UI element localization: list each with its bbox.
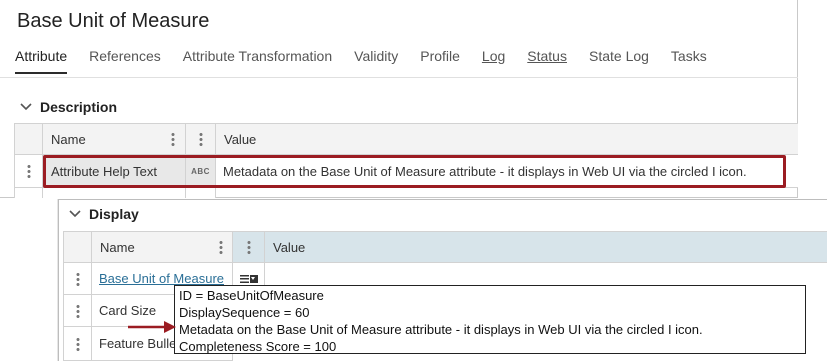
column-menu-icon[interactable] xyxy=(219,240,223,254)
drag-handle-icon[interactable] xyxy=(75,303,80,318)
header-handle-cell xyxy=(14,123,43,155)
next-row-handle xyxy=(14,188,43,198)
card-size-label: Card Size xyxy=(99,303,157,318)
feature-bullet-label: Feature Bulle xyxy=(99,336,177,351)
chevron-down-icon xyxy=(20,103,32,111)
tooltip-line: Metadata on the Base Unit of Measure att… xyxy=(179,322,703,337)
description-section-toggle[interactable]: Description xyxy=(18,99,117,115)
tab-profile[interactable]: Profile xyxy=(420,48,460,74)
more-vertical-icon[interactable] xyxy=(246,240,251,254)
tab-divider xyxy=(0,77,798,78)
list-dropdown-icon[interactable] xyxy=(239,274,258,283)
help-text-value: Metadata on the Base Unit of Measure att… xyxy=(223,163,747,179)
tooltip-line: Completeness Score = 100 xyxy=(179,339,337,354)
tab-attribute-transformation[interactable]: Attribute Transformation xyxy=(183,48,332,74)
description-section-title: Description xyxy=(40,99,118,115)
value-column-label: Value xyxy=(273,239,306,255)
header-handle-cell xyxy=(63,231,92,263)
tab-log[interactable]: Log xyxy=(482,48,505,74)
drag-handle-icon[interactable] xyxy=(75,336,80,351)
page-title: Base Unit of Measure xyxy=(17,10,210,32)
type-column-header[interactable] xyxy=(186,123,216,155)
chevron-down-icon xyxy=(69,210,81,218)
tab-bar: Attribute References Attribute Transform… xyxy=(15,48,729,74)
name-column-label: Name xyxy=(100,239,135,255)
value-column-label: Value xyxy=(224,131,257,147)
drag-handle-icon[interactable] xyxy=(75,271,80,286)
tab-references[interactable]: References xyxy=(89,48,161,74)
row-drag-handle[interactable] xyxy=(63,327,92,361)
tooltip-line: ID = BaseUnitOfMeasure xyxy=(179,288,324,303)
attribute-name-label: Attribute Help Text xyxy=(51,163,157,179)
tab-status[interactable]: Status xyxy=(527,48,567,74)
row-drag-handle[interactable] xyxy=(63,263,92,295)
attribute-help-text-name-cell: Attribute Help Text xyxy=(43,155,186,188)
value-column-header: Value xyxy=(265,231,827,263)
drag-handle-icon[interactable] xyxy=(26,164,31,178)
value-column-header: Value xyxy=(216,123,798,155)
text-type-cell: ABC xyxy=(186,155,216,188)
name-column-label: Name xyxy=(51,131,86,147)
tooltip-line: DisplaySequence = 60 xyxy=(179,305,310,320)
next-row-cell xyxy=(186,188,216,198)
tab-validity[interactable]: Validity xyxy=(354,48,398,74)
type-column-header[interactable] xyxy=(233,231,265,263)
display-section-title: Display xyxy=(89,206,139,222)
tab-state-log[interactable]: State Log xyxy=(589,48,649,74)
name-column-header[interactable]: Name xyxy=(92,231,233,263)
display-section-toggle[interactable]: Display xyxy=(67,206,139,222)
next-row-cell xyxy=(43,188,186,198)
base-unit-of-measure-link[interactable]: Base Unit of Measure xyxy=(99,271,224,286)
more-vertical-icon[interactable] xyxy=(198,132,203,146)
attribute-help-text-value-field[interactable]: Metadata on the Base Unit of Measure att… xyxy=(216,155,798,188)
arrow-right-icon xyxy=(128,321,176,333)
name-column-header[interactable]: Name xyxy=(43,123,186,155)
column-menu-icon[interactable] xyxy=(171,132,175,146)
row-drag-handle[interactable] xyxy=(14,155,43,188)
row-drag-handle[interactable] xyxy=(63,295,92,327)
tab-tasks[interactable]: Tasks xyxy=(671,48,707,74)
attribute-editor-panel: Base Unit of Measure Attribute Reference… xyxy=(0,0,798,198)
tab-attribute[interactable]: Attribute xyxy=(15,48,68,74)
abc-text-icon: ABC xyxy=(191,166,210,176)
attribute-info-tooltip: ID = BaseUnitOfMeasure DisplaySequence =… xyxy=(174,285,806,354)
